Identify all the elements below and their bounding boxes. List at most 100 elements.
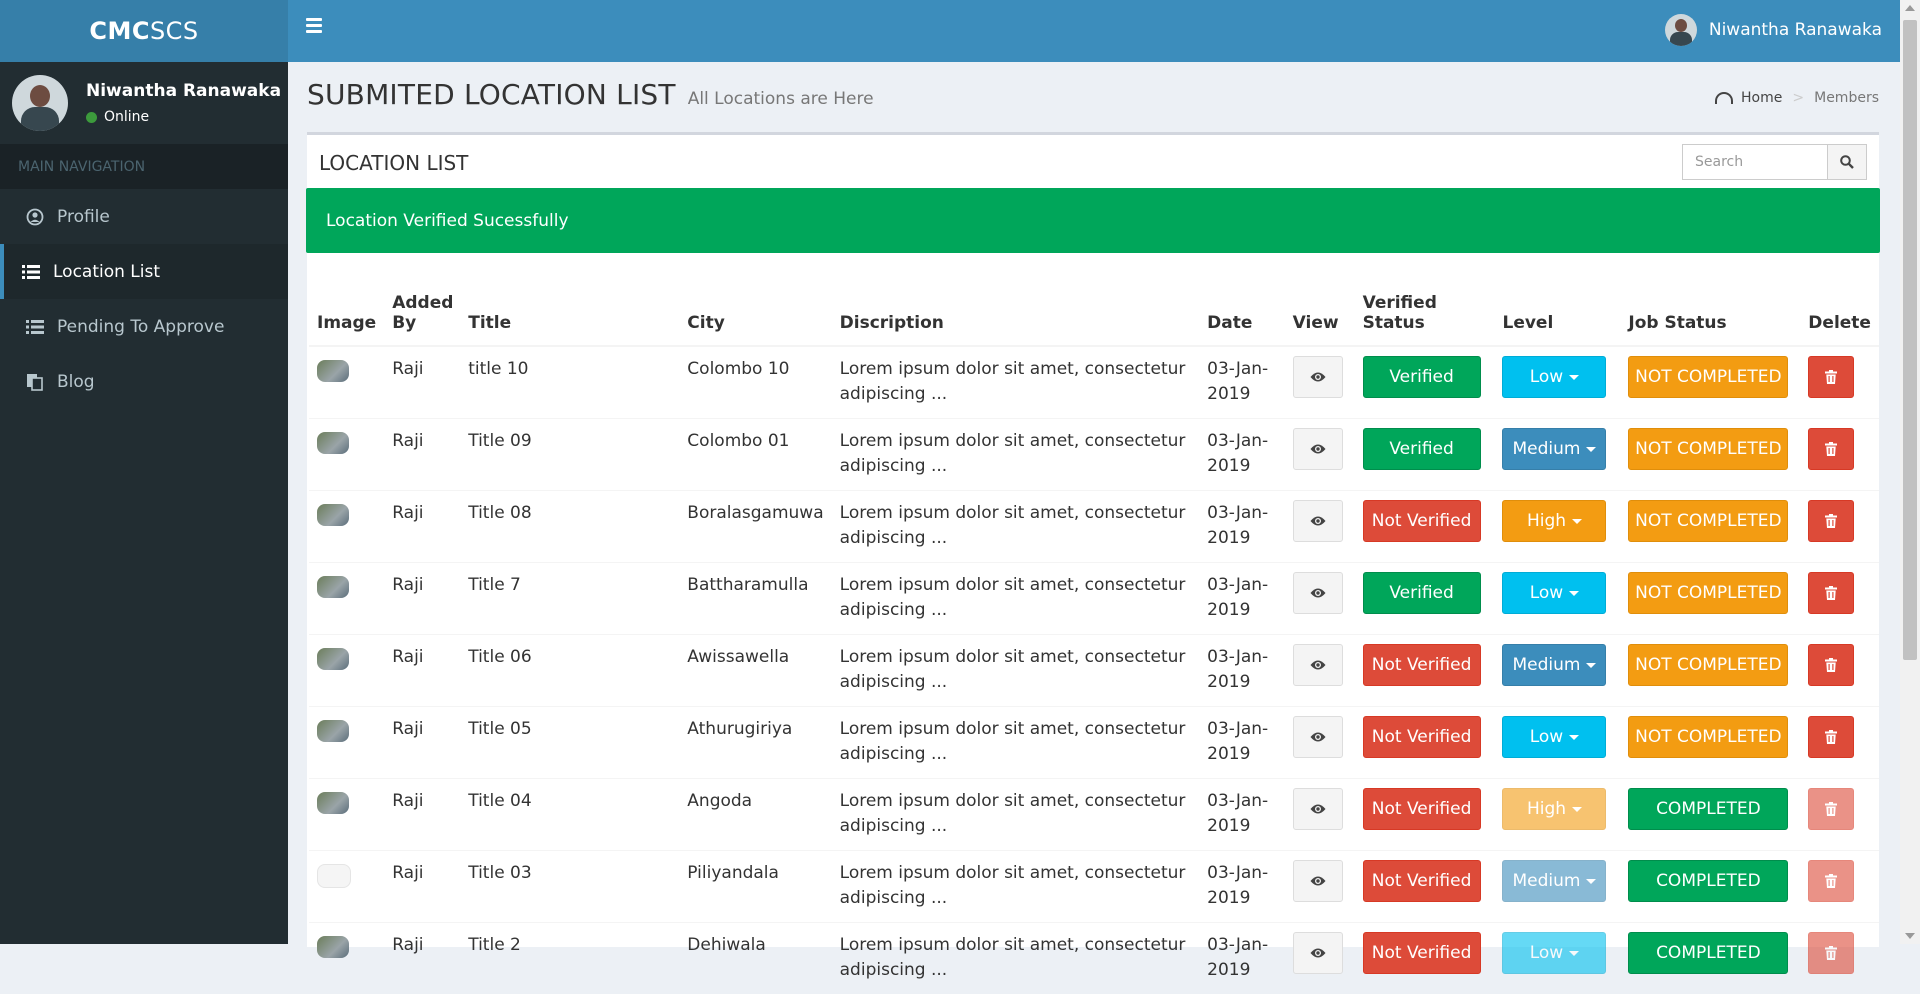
job-status-button[interactable]: NOT COMPLETED <box>1628 572 1788 614</box>
content-header: SUBMITED LOCATION LIST All Locations are… <box>307 78 874 111</box>
app-logo[interactable]: CMCSCS <box>0 0 288 62</box>
level-dropdown[interactable]: Low <box>1502 356 1606 398</box>
delete-button[interactable] <box>1808 356 1854 398</box>
delete-button[interactable] <box>1808 788 1854 830</box>
sidebar-item-profile[interactable]: Profile <box>0 189 288 244</box>
cell-view <box>1285 923 1355 994</box>
view-button[interactable] <box>1293 500 1343 542</box>
level-dropdown[interactable]: Medium <box>1502 644 1606 686</box>
view-button[interactable] <box>1293 788 1343 830</box>
job-status-button[interactable]: COMPLETED <box>1628 788 1788 830</box>
scroll-thumb[interactable] <box>1903 20 1917 660</box>
location-thumbnail[interactable] <box>317 936 349 958</box>
level-dropdown[interactable]: High <box>1502 788 1606 830</box>
date-line: 03-Jan- <box>1207 645 1277 670</box>
verified-status-button[interactable]: Not Verified <box>1363 500 1481 542</box>
verified-status-button[interactable]: Verified <box>1363 572 1481 614</box>
view-button[interactable] <box>1293 716 1343 758</box>
level-dropdown[interactable]: Medium <box>1502 428 1606 470</box>
verified-status-button[interactable]: Not Verified <box>1363 860 1481 902</box>
cell-date: 03-Jan-2019 <box>1199 851 1285 923</box>
trash-icon <box>1825 946 1837 960</box>
cell-view <box>1285 635 1355 707</box>
list-icon <box>21 262 41 282</box>
cell-verified-status: Not Verified <box>1355 923 1495 994</box>
cell-level: Low <box>1494 923 1620 994</box>
page-scrollbar[interactable] <box>1900 0 1920 944</box>
location-thumbnail[interactable] <box>317 576 349 598</box>
delete-button[interactable] <box>1808 572 1854 614</box>
location-table: Image Added By Title City Discription Da… <box>309 285 1879 994</box>
eye-icon <box>1310 371 1326 383</box>
level-dropdown[interactable]: Low <box>1502 716 1606 758</box>
cell-added-by: Raji <box>384 779 460 851</box>
trash-icon <box>1825 514 1837 528</box>
location-thumbnail[interactable] <box>317 648 349 670</box>
delete-button[interactable] <box>1808 716 1854 758</box>
cell-job-status: NOT COMPLETED <box>1620 491 1800 563</box>
verified-status-button[interactable]: Not Verified <box>1363 716 1481 758</box>
user-menu[interactable]: Niwantha Ranawaka <box>1665 14 1882 46</box>
eye-icon <box>1310 443 1326 455</box>
location-thumbnail[interactable] <box>317 360 349 382</box>
delete-button[interactable] <box>1808 428 1854 470</box>
location-thumbnail[interactable] <box>317 504 349 526</box>
cell-title: Title 2 <box>460 923 679 994</box>
view-button[interactable] <box>1293 572 1343 614</box>
description-line: adipiscing ... <box>840 670 1191 695</box>
verified-status-button[interactable]: Not Verified <box>1363 644 1481 686</box>
cell-view <box>1285 851 1355 923</box>
date-line: 03-Jan- <box>1207 357 1277 382</box>
verified-status-button[interactable]: Verified <box>1363 428 1481 470</box>
cell-date: 03-Jan-2019 <box>1199 923 1285 994</box>
job-status-button[interactable]: COMPLETED <box>1628 860 1788 902</box>
delete-button[interactable] <box>1808 860 1854 902</box>
job-status-button[interactable]: COMPLETED <box>1628 932 1788 974</box>
level-dropdown[interactable]: Medium <box>1502 860 1606 902</box>
view-button[interactable] <box>1293 428 1343 470</box>
cell-description: Lorem ipsum dolor sit amet, consectetura… <box>832 346 1199 419</box>
view-button[interactable] <box>1293 356 1343 398</box>
breadcrumb-home[interactable]: Home <box>1741 90 1782 106</box>
level-label: Low <box>1530 581 1563 606</box>
cell-title: Title 09 <box>460 419 679 491</box>
job-status-button[interactable]: NOT COMPLETED <box>1628 716 1788 758</box>
cell-title: Title 7 <box>460 563 679 635</box>
cell-description: Lorem ipsum dolor sit amet, consectetura… <box>832 851 1199 923</box>
level-dropdown[interactable]: Low <box>1502 572 1606 614</box>
view-button[interactable] <box>1293 932 1343 974</box>
job-status-button[interactable]: NOT COMPLETED <box>1628 500 1788 542</box>
level-dropdown[interactable]: Low <box>1502 932 1606 974</box>
cell-description: Lorem ipsum dolor sit amet, consectetura… <box>832 707 1199 779</box>
cell-image <box>309 419 384 491</box>
cell-verified-status: Verified <box>1355 346 1495 419</box>
location-thumbnail[interactable] <box>317 864 351 888</box>
cell-delete <box>1800 491 1879 563</box>
delete-button[interactable] <box>1808 644 1854 686</box>
search-button[interactable] <box>1827 144 1867 180</box>
view-button[interactable] <box>1293 644 1343 686</box>
scroll-down-arrow-icon[interactable] <box>1905 933 1915 939</box>
description-line: Lorem ipsum dolor sit amet, consectetur <box>840 357 1191 382</box>
job-status-button[interactable]: NOT COMPLETED <box>1628 356 1788 398</box>
hamburger-menu-icon[interactable] <box>306 18 322 32</box>
location-thumbnail[interactable] <box>317 720 349 742</box>
cell-added-by: Raji <box>384 346 460 419</box>
location-thumbnail[interactable] <box>317 792 349 814</box>
view-button[interactable] <box>1293 860 1343 902</box>
level-dropdown[interactable]: High <box>1502 500 1606 542</box>
sidebar-item-pending-to-approve[interactable]: Pending To Approve <box>0 299 288 354</box>
cell-added-by: Raji <box>384 563 460 635</box>
sidebar-item-location-list[interactable]: Location List <box>0 244 288 299</box>
scroll-up-arrow-icon[interactable] <box>1905 5 1915 11</box>
search-input[interactable]: Search <box>1682 144 1827 180</box>
verified-status-button[interactable]: Verified <box>1363 356 1481 398</box>
job-status-button[interactable]: NOT COMPLETED <box>1628 428 1788 470</box>
verified-status-button[interactable]: Not Verified <box>1363 932 1481 974</box>
job-status-button[interactable]: NOT COMPLETED <box>1628 644 1788 686</box>
sidebar-item-blog[interactable]: Blog <box>0 354 288 409</box>
delete-button[interactable] <box>1808 932 1854 974</box>
verified-status-button[interactable]: Not Verified <box>1363 788 1481 830</box>
delete-button[interactable] <box>1808 500 1854 542</box>
location-thumbnail[interactable] <box>317 432 349 454</box>
